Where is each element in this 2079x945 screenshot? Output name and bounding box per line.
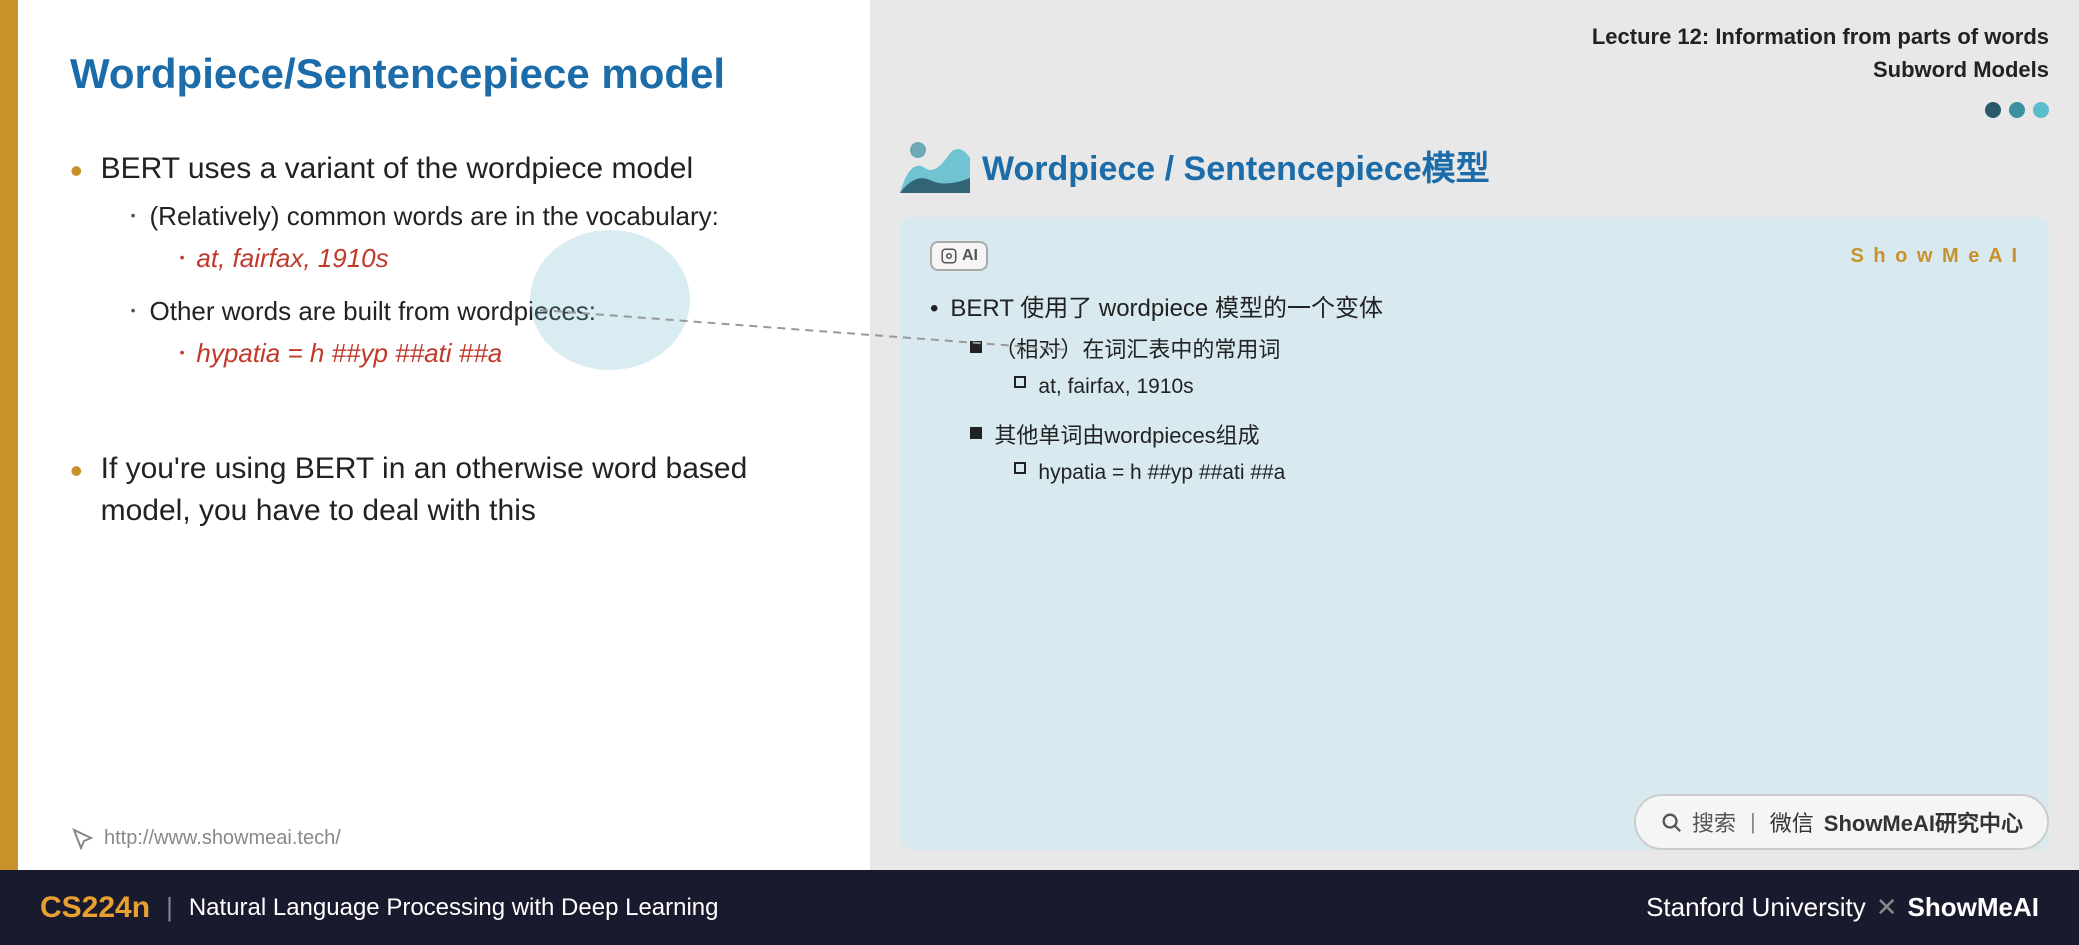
- card-sub-sub-item-1-2-1: hypatia = h ##yp ##ati ##a: [1014, 458, 1285, 487]
- ai-icon: [940, 247, 958, 265]
- card-square-1-1: [970, 341, 982, 353]
- x-symbol: ✕: [1876, 892, 1898, 923]
- card-sub-item-1-1: （相对）在词汇表中的常用词 at, fairfax, 1910s: [970, 335, 1383, 409]
- card-sub-text-1-1: （相对）在词汇表中的常用词: [994, 337, 1280, 362]
- card-sub-sub-list-1-1: at, fairfax, 1910s: [1014, 372, 1280, 401]
- card-sub-sub-text-1-1-1: at, fairfax, 1910s: [1038, 372, 1193, 401]
- dot-teal: [2009, 102, 2025, 118]
- card-sub-text-1-2: 其他单词由wordpieces组成: [994, 423, 1259, 448]
- card-sub-list-1: （相对）在词汇表中的常用词 at, fairfax, 1910s: [970, 335, 1383, 495]
- card-header: AI S h o w M e A I: [930, 241, 2019, 271]
- cursor-icon: [70, 826, 94, 850]
- bullet-text-2: If you're using BERT in an otherwise wor…: [101, 448, 781, 532]
- sub-item-1-2: • Other words are built from wordpieces:…: [131, 293, 719, 378]
- sub-sub-list-1-1: • at, fairfax, 1910s: [180, 240, 719, 276]
- ai-badge: AI: [930, 241, 988, 271]
- lecture-line2: Subword Models: [900, 53, 2049, 86]
- dots-row: [900, 102, 2049, 118]
- card-bullet-list: • BERT 使用了 wordpiece 模型的一个变体 （相对）在词汇表中的常…: [930, 291, 2019, 507]
- stanford-university-text: Stanford University: [1646, 892, 1866, 923]
- card-sub-item-1-2: 其他单词由wordpieces组成 hypatia = h ##yp ##ati…: [970, 421, 1383, 495]
- lecture-line1: Lecture 12: Information from parts of wo…: [900, 20, 2049, 53]
- search-icon: [1660, 811, 1682, 833]
- bottom-bar: CS224n | Natural Language Processing wit…: [0, 870, 2079, 945]
- icon-svg: [900, 138, 970, 193]
- lecture-header: Lecture 12: Information from parts of wo…: [900, 20, 2049, 86]
- footer-url: http://www.showmeai.tech/: [104, 827, 341, 850]
- sub-sub-item-1-1-1: • at, fairfax, 1910s: [180, 240, 719, 276]
- sub-dot-1-1: •: [131, 206, 136, 226]
- course-name: Natural Language Processing with Deep Le…: [189, 894, 719, 922]
- card-sub-sub-item-1-1-1: at, fairfax, 1910s: [1014, 372, 1280, 401]
- bottom-left: CS224n | Natural Language Processing wit…: [40, 891, 719, 925]
- bottom-right: Stanford University ✕ ShowMeAI: [1646, 892, 2039, 923]
- sub-sub-text-1-2-1: hypatia = h ##yp ##ati ##a: [196, 335, 502, 371]
- content-card: AI S h o w M e A I • BERT 使用了 wordpiece …: [900, 217, 2049, 850]
- main-area: Wordpiece/Sentencepiece model • BERT use…: [0, 0, 2079, 870]
- dot-light: [2033, 102, 2049, 118]
- bullet-dot-1: •: [70, 146, 83, 196]
- sub-dot-1-2: •: [131, 301, 136, 321]
- slide-title: Wordpiece/Sentencepiece model: [70, 50, 820, 98]
- search-brand: ShowMeAI研究中心: [1824, 806, 2023, 838]
- card-square-1-2: [970, 427, 982, 439]
- bottom-divider: |: [166, 892, 173, 923]
- card-main-dot-1: •: [930, 291, 938, 327]
- sub-sub-list-1-2: • hypatia = h ##yp ##ati ##a: [180, 335, 597, 371]
- card-main-text-1: BERT 使用了 wordpiece 模型的一个变体: [950, 295, 1383, 322]
- search-divider: |: [1750, 809, 1756, 835]
- sub-text-1-2: Other words are built from wordpieces:: [150, 296, 597, 326]
- wordpiece-icon: [900, 138, 970, 193]
- sub-sub-dot-1-2-1: •: [180, 343, 185, 363]
- right-title-row: Wordpiece / Sentencepiece模型: [900, 138, 2049, 193]
- sub-sub-item-1-2-1: • hypatia = h ##yp ##ati ##a: [180, 335, 597, 371]
- right-panel: Lecture 12: Information from parts of wo…: [870, 0, 2079, 870]
- card-sub-sub-list-1-2: hypatia = h ##yp ##ati ##a: [1014, 458, 1285, 487]
- sub-list-1: • (Relatively) common words are in the v…: [131, 198, 719, 378]
- search-label: 搜索: [1692, 806, 1736, 838]
- card-open-square-1-1-1: [1014, 376, 1026, 388]
- sub-text-1-1: (Relatively) common words are in the voc…: [150, 201, 719, 231]
- card-main-item-1: • BERT 使用了 wordpiece 模型的一个变体 （相对）在词汇表中的常…: [930, 291, 2019, 507]
- showmeai-bottom-text: ShowMeAI: [1908, 892, 2039, 923]
- sub-item-1-1: • (Relatively) common words are in the v…: [131, 198, 719, 283]
- bullet-dot-2: •: [70, 446, 83, 496]
- ai-badge-text: AI: [962, 247, 978, 265]
- showmeai-label: S h o w M e A I: [1850, 245, 2019, 268]
- card-sub-sub-text-1-2-1: hypatia = h ##yp ##ati ##a: [1038, 458, 1285, 487]
- sub-sub-text-1-1-1: at, fairfax, 1910s: [196, 240, 388, 276]
- bullet-item-1: • BERT uses a variant of the wordpiece m…: [70, 148, 820, 388]
- right-title-text: Wordpiece / Sentencepiece模型: [982, 141, 1490, 190]
- main-bullet-list: • BERT uses a variant of the wordpiece m…: [70, 148, 820, 532]
- bullet-item-2: • If you're using BERT in an otherwise w…: [70, 448, 820, 532]
- search-wechat: 微信: [1770, 806, 1814, 838]
- slide-footer: http://www.showmeai.tech/: [70, 826, 341, 850]
- course-code: CS224n: [40, 891, 150, 925]
- sub-sub-dot-1-1-1: •: [180, 248, 185, 268]
- bullet-text-1: BERT uses a variant of the wordpiece mod…: [101, 152, 694, 185]
- card-open-square-1-2-1: [1014, 462, 1026, 474]
- search-bar[interactable]: 搜索 | 微信 ShowMeAI研究中心: [1634, 794, 2049, 850]
- dot-dark: [1985, 102, 2001, 118]
- left-slide-panel: Wordpiece/Sentencepiece model • BERT use…: [0, 0, 870, 870]
- left-accent-border: [0, 0, 18, 870]
